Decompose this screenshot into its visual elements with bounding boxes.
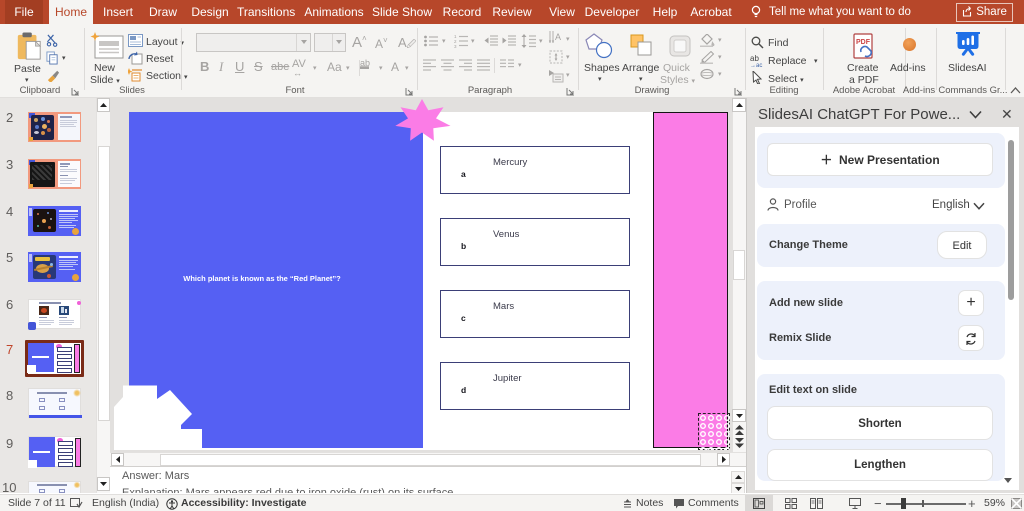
svg-text:A: A [555, 32, 561, 42]
svg-text:PDF: PDF [856, 39, 871, 46]
svg-text:3: 3 [454, 44, 457, 48]
svg-text:ab: ab [750, 54, 759, 63]
svg-text:→ac: →ac [750, 63, 762, 67]
